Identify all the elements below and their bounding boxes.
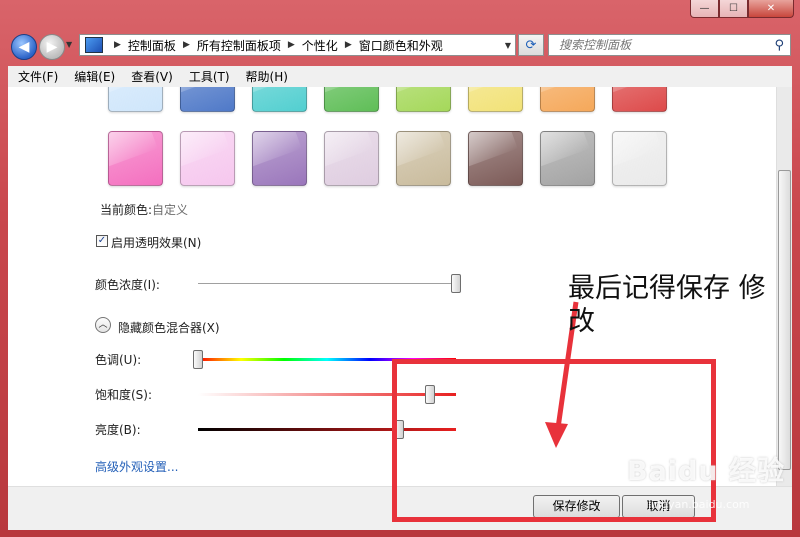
mixer-toggle-icon[interactable]: ︿ [95,317,111,333]
breadcrumb-item[interactable]: 所有控制面板项 [197,37,281,54]
transparency-label[interactable]: 启用透明效果(N) [111,234,201,251]
color-swatch[interactable] [324,87,379,112]
maximize-button[interactable]: ☐ [719,0,748,18]
arrow-left-icon: ◀ [18,39,30,55]
breadcrumb: ▶ 控制面板 ▶ 所有控制面板项 ▶ 个性化 ▶ 窗口颜色和外观 [107,37,443,54]
baidu-watermark: Baidu 经验 [627,456,786,487]
color-swatch[interactable] [612,87,667,112]
search-box[interactable]: ⚲ [548,34,791,56]
advanced-appearance-link[interactable]: 高级外观设置... [95,458,178,475]
color-swatch[interactable] [540,87,595,112]
recent-pages-dropdown[interactable]: ▼ [66,40,72,49]
refresh-button[interactable]: ⟳ [518,34,544,56]
color-swatch[interactable] [540,131,595,186]
menu-help[interactable]: 帮助(H) [236,68,294,85]
search-icon[interactable]: ⚲ [774,38,784,53]
menu-view[interactable]: 查看(V) [121,68,179,85]
color-swatch[interactable] [612,131,667,186]
breadcrumb-item[interactable]: 控制面板 [128,37,176,54]
intensity-slider-track[interactable] [198,283,456,284]
address-bar[interactable]: ▶ 控制面板 ▶ 所有控制面板项 ▶ 个性化 ▶ 窗口颜色和外观 ▼ [79,34,516,56]
color-swatch[interactable] [108,87,163,112]
chevron-right-icon[interactable]: ▶ [183,40,190,50]
color-swatch[interactable] [108,131,163,186]
breadcrumb-item[interactable]: 窗口颜色和外观 [359,37,443,54]
intensity-slider-thumb[interactable] [451,274,461,293]
menu-edit[interactable]: 编辑(E) [64,68,121,85]
control-panel-icon [85,37,103,53]
color-swatch[interactable] [252,87,307,112]
hue-label: 色调(U): [95,353,142,367]
color-swatch[interactable] [252,131,307,186]
menu-file[interactable]: 文件(F) [8,68,64,85]
brightness-label: 亮度(B): [95,423,141,437]
annotation-text: 最后记得保存 修改 [568,273,766,337]
address-dropdown-icon[interactable]: ▼ [505,41,511,50]
mixer-toggle-label[interactable]: 隐藏颜色混合器(X) [118,319,220,336]
color-swatch[interactable] [324,131,379,186]
saturation-label: 饱和度(S): [95,388,153,402]
current-color-label: 当前颜色:自定义 [100,203,189,217]
minimize-button[interactable]: — [690,0,719,18]
color-swatch[interactable] [468,131,523,186]
breadcrumb-item[interactable]: 个性化 [302,37,338,54]
chevron-right-icon[interactable]: ▶ [114,40,121,50]
back-button[interactable]: ◀ [11,34,37,60]
chevron-down-icon: ▼ [66,40,73,49]
current-color-value: 自定义 [152,203,189,217]
close-button[interactable]: ✕ [748,0,794,18]
menu-bar: 文件(F) 编辑(E) 查看(V) 工具(T) 帮助(H) [8,66,792,88]
menu-tools[interactable]: 工具(T) [179,68,236,85]
color-swatch[interactable] [468,87,523,112]
arrow-right-icon: ▶ [46,39,58,55]
chevron-right-icon[interactable]: ▶ [345,40,352,50]
intensity-label: 颜色浓度(I): [95,278,160,292]
color-swatch[interactable] [180,131,235,186]
color-swatch[interactable] [180,87,235,112]
window-caption-buttons: — ☐ ✕ [690,0,794,18]
forward-button[interactable]: ▶ [39,34,65,60]
refresh-icon: ⟳ [525,37,537,53]
transparency-checkbox[interactable]: ✓ [96,235,108,247]
search-input[interactable] [549,37,775,53]
hue-slider-thumb[interactable] [193,350,203,369]
baidu-watermark-url: jingyan.baidu.com [648,498,750,511]
chevron-right-icon[interactable]: ▶ [288,40,295,50]
color-swatch[interactable] [396,87,451,112]
color-swatch[interactable] [396,131,451,186]
